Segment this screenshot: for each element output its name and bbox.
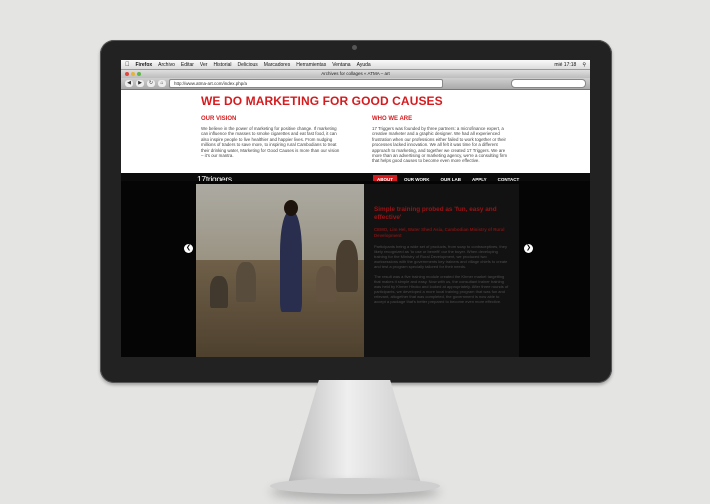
menu-item-ventana[interactable]: Ventana (332, 62, 350, 68)
vision-text: We believe in the power of marketing for… (201, 126, 340, 159)
minimize-icon[interactable] (131, 72, 135, 76)
menu-item-editar[interactable]: Editar (181, 62, 194, 68)
forward-icon[interactable]: ▶ (136, 80, 144, 87)
menu-item-archivo[interactable]: Archivo (158, 62, 175, 68)
maximize-icon[interactable] (137, 72, 141, 76)
dim-overlay (121, 181, 590, 357)
search-input[interactable] (511, 79, 586, 88)
vision-column: OUR VISION We believe in the power of ma… (201, 116, 341, 158)
who-text: 17 Triggers was founded by three partner… (372, 126, 507, 164)
slideshow: Simple training probed as 'fun, easy and… (121, 181, 590, 357)
menu-item-historial[interactable]: Historial (213, 62, 231, 68)
back-icon[interactable]: ◀ (125, 80, 133, 87)
reload-icon[interactable]: ↻ (147, 80, 155, 87)
chevron-left-icon[interactable]: ❮ (184, 244, 193, 253)
window-title: Archives for collages « ATMA – art (321, 71, 390, 76)
monitor-frame:  Firefox Archivo Editar Ver Historial D… (100, 40, 612, 383)
who-column: WHO WE ARE 17 Triggers was founded by th… (372, 116, 512, 164)
menu-item-herramientas[interactable]: Herramientas (296, 62, 326, 68)
menubar-clock: mié 17:18 (554, 61, 577, 68)
menu-item-ver[interactable]: Ver (200, 62, 208, 68)
monitor-stand (286, 380, 423, 490)
home-icon[interactable]: ⌂ (158, 80, 166, 87)
url-bar[interactable]: http://www.atma-art.com/index.php/a (169, 79, 443, 88)
screen:  Firefox Archivo Editar Ver Historial D… (121, 60, 590, 357)
vision-title: OUR VISION (201, 116, 237, 122)
who-title: WHO WE ARE (372, 116, 413, 122)
menu-item-delicious[interactable]: Delicious (238, 62, 258, 68)
window-titlebar: Archives for collages « ATMA – art (121, 70, 590, 78)
monitor-base (270, 478, 440, 494)
apple-icon[interactable]:  (125, 62, 130, 68)
camera-icon (352, 45, 357, 50)
menu-item-firefox[interactable]: Firefox (136, 62, 153, 68)
menu-item-ayuda[interactable]: Ayuda (357, 62, 371, 68)
page-header-section: WE DO MARKETING FOR GOOD CAUSES OUR VISI… (121, 90, 590, 173)
browser-toolbar: ◀ ▶ ↻ ⌂ http://www.atma-art.com/index.ph… (121, 78, 590, 90)
spotlight-icon[interactable]: ⚲ (582, 62, 586, 68)
chevron-right-icon[interactable]: ❯ (524, 244, 533, 253)
page-headline: WE DO MARKETING FOR GOOD CAUSES (201, 94, 443, 108)
close-icon[interactable] (125, 72, 129, 76)
mac-menubar:  Firefox Archivo Editar Ver Historial D… (121, 60, 590, 70)
menu-item-marcadores[interactable]: Marcadores (264, 62, 290, 68)
